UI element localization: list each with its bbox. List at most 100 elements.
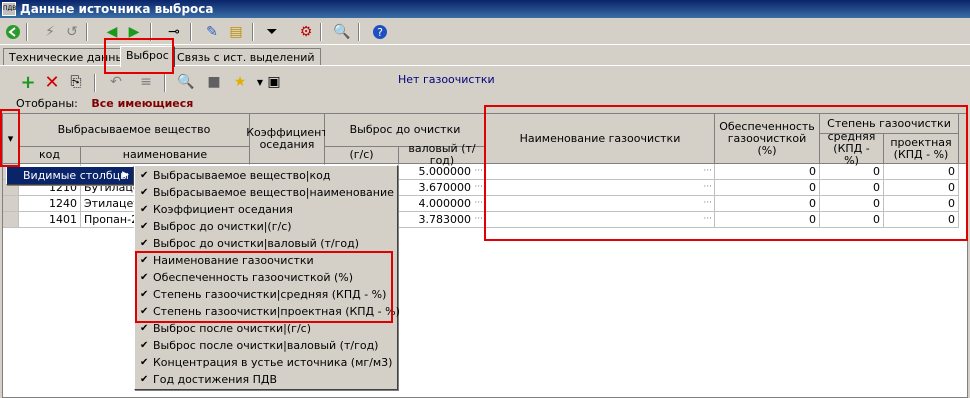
tab-emission[interactable]: Выброс: [120, 46, 175, 67]
menu-item-label: Выбрасываемое вещество|наименование: [153, 186, 394, 199]
title-bar: ПДВ Данные источника выброса: [0, 0, 970, 18]
menu-item-column[interactable]: ✔ Год достижения ПДВ: [135, 371, 397, 388]
star-icon[interactable]: ★: [230, 72, 250, 92]
find-icon[interactable]: 🔍: [176, 72, 196, 92]
header-coef[interactable]: Коэффициент оседания: [246, 114, 328, 164]
window-title: Данные источника выброса: [20, 2, 214, 16]
cell-avg[interactable]: 0: [820, 196, 884, 212]
menu-item-column[interactable]: ✔ Выброс до очистки|(г/с): [135, 218, 397, 235]
checkmark-icon: ✔: [140, 340, 149, 351]
menu-item-visible-columns[interactable]: Видимые столбцы ▶: [7, 167, 133, 184]
tab-technical[interactable]: Технические данные: [3, 48, 137, 66]
open-folder-icon[interactable]: ▤: [226, 22, 246, 42]
add-icon[interactable]: +: [18, 72, 38, 93]
header-annual[interactable]: валовый (т/год): [399, 143, 486, 167]
paste-icon[interactable]: ▣: [264, 72, 284, 92]
cell-provision[interactable]: 0: [715, 196, 820, 212]
menu-item-label: Выброс до очистки|валовый (т/год): [153, 237, 360, 250]
menu-item-column[interactable]: ✔ Степень газоочистки|средняя (КПД - %): [135, 286, 397, 303]
header-design[interactable]: проектная (КПД - %): [884, 134, 959, 164]
menu-item-column[interactable]: ✔ Выбрасываемое вещество|наименование: [135, 184, 397, 201]
menu-item-column[interactable]: ✔ Выбрасываемое вещество|код: [135, 167, 397, 184]
menu-item-label: Обеспеченность газоочисткой (%): [153, 271, 354, 284]
undo-row-icon[interactable]: ↶: [106, 72, 126, 92]
cell-avg[interactable]: 0: [820, 212, 884, 228]
cell-provision[interactable]: 0: [715, 180, 820, 196]
menu-item-label: Год достижения ПДВ: [153, 373, 278, 386]
menu-item-label: Выбрасываемое вещество|код: [153, 169, 331, 182]
svg-text:?: ?: [377, 26, 383, 39]
cell-annual[interactable]: 5.000000 ···: [399, 164, 486, 180]
column-chooser-button[interactable]: ▾: [3, 114, 19, 164]
cell-avg[interactable]: 0: [820, 164, 884, 180]
menu-item-label: Наименование газоочистки: [153, 254, 314, 267]
menu-item-column[interactable]: ✔ Степень газоочистки|проектная (КПД - %): [135, 303, 400, 320]
header-avg[interactable]: средняя (КПД - %): [820, 130, 884, 166]
checkmark-icon: ✔: [140, 374, 149, 385]
checkmark-icon: ✔: [140, 357, 149, 368]
menu-item-column[interactable]: ✔ Выброс после очистки|валовый (т/год): [135, 337, 397, 354]
delete-icon[interactable]: ✕: [42, 72, 62, 93]
grid-toolbar: + ✕ ⎘ ↶ ≡ 🔍 ■ ★ ▼ ▣ Нет газоочистки: [0, 66, 970, 94]
header-provision[interactable]: Обеспеченность газоочисткой (%): [715, 114, 820, 164]
filter-bar: Отобраны: Все имеющиеся: [16, 97, 193, 110]
back-icon[interactable]: [3, 22, 23, 42]
search-icon[interactable]: 🔍: [332, 22, 352, 42]
visible-columns-submenu: ✔ Выбрасываемое вещество|код ✔ Выбрасываем…: [134, 165, 400, 390]
arrow-right-icon[interactable]: ▶: [124, 22, 144, 42]
pin-icon[interactable]: ⊸: [164, 22, 184, 42]
checkmark-icon: ✔: [140, 272, 149, 283]
cell-design[interactable]: 0: [884, 212, 959, 228]
copy-icon[interactable]: ⎘: [66, 72, 86, 92]
cell-annual[interactable]: 3.670000 ···: [399, 180, 486, 196]
checkmark-icon: ✔: [140, 221, 149, 232]
menu-item-column[interactable]: ✔ Наименование газоочистки: [135, 252, 397, 269]
cell-code[interactable]: 1401: [19, 212, 81, 228]
submenu-arrow-icon: ▶: [122, 170, 129, 180]
menu-item-column[interactable]: ✔ Концентрация в устье источника (мг/м3): [135, 354, 397, 371]
header-gs[interactable]: (г/с): [325, 147, 399, 164]
cell-cleaner-name[interactable]: ···: [486, 164, 715, 180]
cell-design[interactable]: 0: [884, 164, 959, 180]
checkmark-icon: ✔: [140, 306, 149, 317]
help-icon[interactable]: ?: [370, 22, 390, 42]
tab-strip: Технические данные Выброс Связь с ист. в…: [0, 46, 970, 67]
cell-cleaner-name[interactable]: ···: [486, 212, 715, 228]
cell-annual[interactable]: 4.000000 ···: [399, 196, 486, 212]
cell-design[interactable]: 0: [884, 180, 959, 196]
header-cleaner-name[interactable]: Наименование газоочистки: [486, 114, 715, 164]
header-name[interactable]: наименование: [81, 147, 250, 164]
header-filler: [959, 114, 967, 164]
filter-icon[interactable]: ⏷: [262, 22, 282, 42]
lightning-icon[interactable]: ⚡: [40, 22, 60, 42]
cell-code[interactable]: 1240: [19, 196, 81, 212]
menu-item-column[interactable]: ✔ Обеспеченность газоочисткой (%): [135, 269, 397, 286]
checkmark-icon: ✔: [140, 170, 149, 181]
menu-item-column[interactable]: ✔ Выброс после очистки|(г/с): [135, 320, 397, 337]
cell-cleaner-name[interactable]: ···: [486, 196, 715, 212]
cell-design[interactable]: 0: [884, 196, 959, 212]
cell-cleaner-name[interactable]: ···: [486, 180, 715, 196]
cell-provision[interactable]: 0: [715, 164, 820, 180]
menu-item-column[interactable]: ✔ Коэффициент оседания: [135, 201, 397, 218]
menu-item-label: Коэффициент оседания: [153, 203, 293, 216]
edit-icon[interactable]: ✎: [202, 22, 222, 42]
arrow-left-icon[interactable]: ◀: [102, 22, 122, 42]
checkmark-icon: ✔: [140, 255, 149, 266]
menu-item-label: Выброс после очистки|(г/с): [153, 322, 311, 335]
main-toolbar: ⚡ ↺ ◀ ▶ ⊸ ✎ ▤ ⏷ ⚙ 🔍 ?: [0, 19, 970, 45]
cell-annual[interactable]: 3.783000 ···: [399, 212, 486, 228]
cell-avg[interactable]: 0: [820, 180, 884, 196]
status-text: Нет газоочистки: [398, 73, 495, 86]
undo-icon[interactable]: ↺: [62, 22, 82, 42]
list-icon[interactable]: ≡: [136, 72, 156, 92]
cell-provision[interactable]: 0: [715, 212, 820, 228]
tab-sources-link[interactable]: Связь с ист. выделений: [171, 48, 321, 66]
header-substance: Выбрасываемое вещество: [19, 114, 250, 147]
save-icon[interactable]: ■: [204, 72, 224, 92]
menu-item-label: Выброс до очистки|(г/с): [153, 220, 292, 233]
header-code[interactable]: код: [19, 147, 81, 164]
checkmark-icon: ✔: [140, 238, 149, 249]
filter-settings-icon[interactable]: ⚙: [296, 22, 316, 42]
menu-item-column[interactable]: ✔ Выброс до очистки|валовый (т/год): [135, 235, 397, 252]
